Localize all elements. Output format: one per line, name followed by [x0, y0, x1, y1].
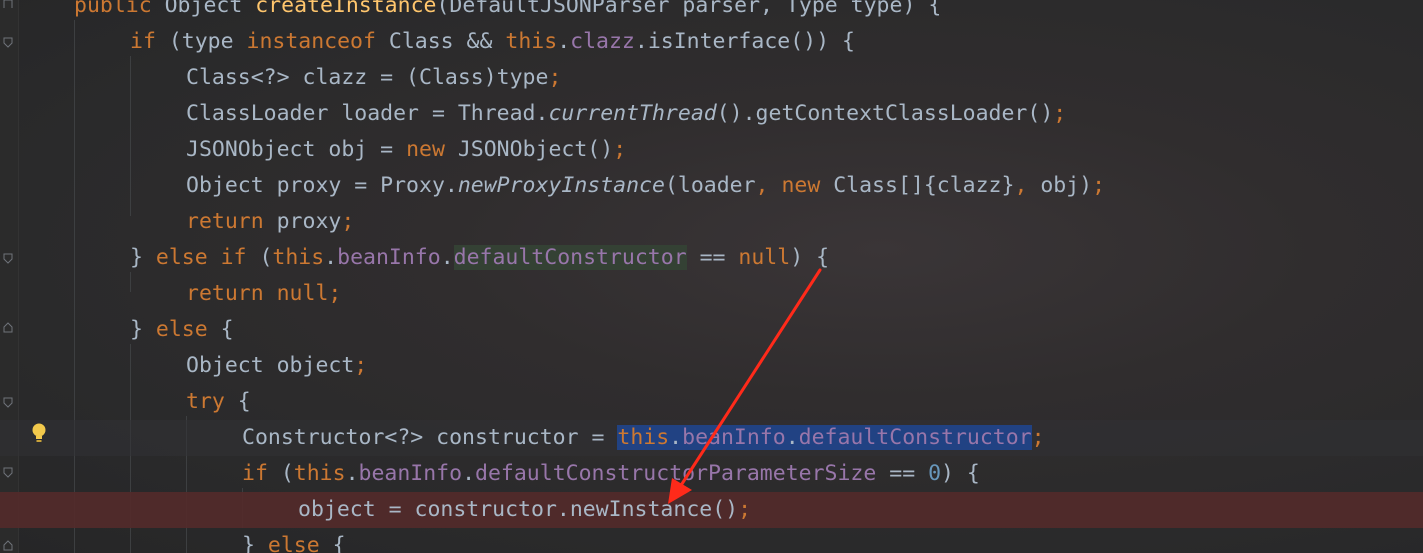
code-line-current[interactable]: Constructor<?> constructor = this.beanIn… — [0, 420, 1423, 456]
code-line[interactable]: ClassLoader loader = Thread.currentThrea… — [0, 96, 1423, 132]
code-line[interactable]: JSONObject obj = new JSONObject(); — [0, 132, 1423, 168]
code-line[interactable]: if (this.beanInfo.defaultConstructorPara… — [0, 456, 1423, 492]
code-line[interactable]: Class<?> clazz = (Class)type; — [0, 60, 1423, 96]
code-line[interactable]: return null; — [0, 276, 1423, 312]
code-line[interactable]: Object proxy = Proxy.newProxyInstance(lo… — [0, 168, 1423, 204]
code-line[interactable]: try { — [0, 384, 1423, 420]
usage-highlight: defaultConstructor — [453, 245, 687, 270]
code-line[interactable]: Object object; — [0, 348, 1423, 384]
intention-bulb-icon[interactable] — [30, 422, 48, 450]
code-line[interactable]: } else { — [0, 528, 1423, 553]
code-line[interactable]: public Object createInstance(DefaultJSON… — [0, 0, 1423, 24]
code-line[interactable]: if (type instanceof Class && this.clazz.… — [0, 24, 1423, 60]
code-line[interactable]: return proxy; — [0, 204, 1423, 240]
code-line[interactable]: } else if (this.beanInfo.defaultConstruc… — [0, 240, 1423, 276]
code-line-breakpoint[interactable]: object = constructor.newInstance(); — [0, 492, 1423, 528]
selection-highlight: this.beanInfo.defaultConstructor — [617, 425, 1032, 450]
code-line[interactable]: } else { — [0, 312, 1423, 348]
code-editor[interactable]: public Object createInstance(DefaultJSON… — [0, 0, 1423, 553]
